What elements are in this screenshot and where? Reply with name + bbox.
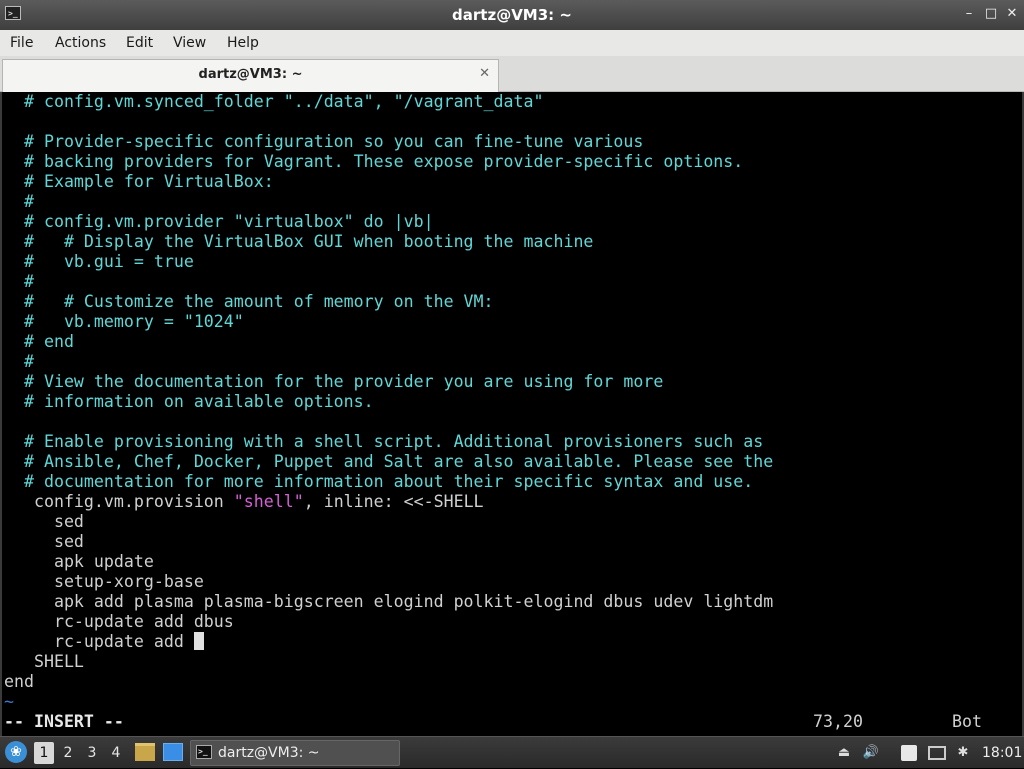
- menu-edit[interactable]: Edit: [126, 30, 153, 56]
- menu-bar: File Actions Edit View Help: [0, 30, 1024, 56]
- terminal-line: sed: [4, 532, 84, 552]
- terminal-text: #: [4, 192, 34, 211]
- taskbar-window-button[interactable]: >_ dartz@VM3: ~: [190, 740, 400, 766]
- workspace-2[interactable]: 2: [58, 742, 78, 764]
- terminal-text: # Ansible, Chef, Docker, Puppet and Salt…: [4, 452, 774, 471]
- terminal-line: config.vm.provision "shell", inline: <<-…: [4, 492, 484, 512]
- terminal-text: # vb.memory = "1024": [4, 312, 244, 331]
- terminal-line: SHELL: [4, 652, 84, 672]
- terminal-line: #: [4, 352, 34, 372]
- terminal-text: config.vm.provision: [4, 492, 234, 511]
- terminal-line: # end: [4, 332, 74, 352]
- text-cursor: [193, 632, 204, 650]
- terminal-text: # Provider-specific configuration so you…: [4, 132, 644, 151]
- taskbar-window-label: dartz@VM3: ~: [218, 745, 320, 761]
- terminal-text: #: [4, 352, 34, 371]
- terminal-text: # end: [4, 332, 74, 351]
- terminal-text: # # Display the VirtualBox GUI when boot…: [4, 232, 594, 251]
- vim-cursor-position: 73,20: [813, 712, 863, 731]
- terminal-line: # information on available options.: [4, 392, 374, 412]
- terminal-line: rc-update add: [4, 632, 204, 652]
- terminal-text: # documentation for more information abo…: [4, 472, 754, 491]
- terminal-line: rc-update add dbus: [4, 612, 234, 632]
- volume-icon[interactable]: 🔊: [862, 744, 880, 762]
- terminal-line: # Ansible, Chef, Docker, Puppet and Salt…: [4, 452, 773, 472]
- terminal-text: apk add plasma plasma-bigscreen elogind …: [4, 592, 774, 611]
- terminal-line: # backing providers for Vagrant. These e…: [4, 152, 743, 172]
- menu-view[interactable]: View: [173, 30, 206, 56]
- show-desktop-icon[interactable]: [163, 743, 183, 761]
- menu-actions[interactable]: Actions: [55, 30, 106, 56]
- bluetooth-icon[interactable]: ✱: [956, 744, 970, 762]
- terminal-text: # vb.gui = true: [4, 252, 194, 271]
- terminal-line: # Enable provisioning with a shell scrip…: [4, 432, 763, 452]
- terminal-line: ~: [4, 692, 14, 712]
- start-menu-icon[interactable]: ❀: [5, 741, 27, 763]
- terminal-line: setup-xorg-base: [4, 572, 204, 592]
- terminal-view[interactable]: -- INSERT -- 73,20 Bot # config.vm.synce…: [0, 92, 1024, 736]
- network-icon[interactable]: [928, 746, 946, 760]
- terminal-line: #: [4, 272, 34, 292]
- vim-mode-indicator: -- INSERT --: [4, 712, 124, 731]
- terminal-text: # Enable provisioning with a shell scrip…: [4, 432, 764, 451]
- terminal-line: # # Customize the amount of memory on th…: [4, 292, 494, 312]
- close-icon[interactable]: ✕: [1005, 7, 1019, 21]
- terminal-text: # # Customize the amount of memory on th…: [4, 292, 494, 311]
- maximize-icon[interactable]: □: [984, 7, 998, 21]
- terminal-text: # Example for VirtualBox:: [4, 172, 274, 191]
- clipboard-icon[interactable]: [901, 745, 917, 761]
- terminal-line: # # Display the VirtualBox GUI when boot…: [4, 232, 593, 252]
- terminal-line: sed: [4, 512, 84, 532]
- terminal-line: # vb.memory = "1024": [4, 312, 244, 332]
- clock: 18:01: [982, 745, 1023, 761]
- eject-icon[interactable]: ⏏: [836, 744, 852, 762]
- window-title: dartz@VM3: ~: [452, 6, 572, 24]
- tab-terminal[interactable]: dartz@VM3: ~ ✕: [2, 59, 499, 92]
- terminal-text: rc-update add dbus: [4, 612, 234, 631]
- terminal-line: # config.vm.synced_folder "../data", "/v…: [4, 92, 544, 112]
- terminal-text: # View the documentation for the provide…: [4, 372, 664, 391]
- tab-close-icon[interactable]: ✕: [479, 66, 490, 81]
- terminal-text: rc-update add: [4, 632, 194, 651]
- terminal-text: # config.vm.synced_folder "../data", "/v…: [4, 92, 544, 111]
- terminal-line: apk update: [4, 552, 154, 572]
- minimize-icon[interactable]: –: [962, 7, 976, 21]
- window-titlebar[interactable]: >_ dartz@VM3: ~ – □ ✕: [0, 0, 1024, 30]
- terminal-text: setup-xorg-base: [4, 572, 204, 591]
- terminal-text: # config.vm.provider "virtualbox" do |vb…: [4, 212, 434, 231]
- terminal-line: # config.vm.provider "virtualbox" do |vb…: [4, 212, 434, 232]
- menu-help[interactable]: Help: [227, 30, 259, 56]
- terminal-icon: >_: [196, 745, 212, 759]
- terminal-text: # information on available options.: [4, 392, 374, 411]
- terminal-text: , inline: <<-SHELL: [303, 492, 484, 511]
- terminal-text: #: [4, 272, 34, 291]
- terminal-text: SHELL: [4, 652, 84, 671]
- taskbar: ❀ 1 2 3 4 >_ dartz@VM3: ~ ⏏ 🔊 ✱ 18:01: [0, 736, 1024, 768]
- terminal-line: end: [4, 672, 34, 692]
- terminal-text: # backing providers for Vagrant. These e…: [4, 152, 744, 171]
- terminal-line: #: [4, 192, 34, 212]
- terminal-text: end: [4, 672, 34, 691]
- terminal-text: sed: [4, 512, 84, 531]
- menu-file[interactable]: File: [10, 30, 33, 56]
- file-manager-icon[interactable]: [135, 743, 155, 761]
- terminal-line: # Example for VirtualBox:: [4, 172, 274, 192]
- workspace-3[interactable]: 3: [82, 742, 102, 764]
- tab-bar: dartz@VM3: ~ ✕: [0, 56, 1024, 92]
- terminal-line: # vb.gui = true: [4, 252, 194, 272]
- terminal-text: apk update: [4, 552, 154, 571]
- vim-scroll-position: Bot: [952, 712, 982, 731]
- terminal-text: sed: [4, 532, 84, 551]
- terminal-line: # documentation for more information abo…: [4, 472, 753, 492]
- terminal-text: ~: [4, 692, 14, 711]
- terminal-line: # View the documentation for the provide…: [4, 372, 663, 392]
- terminal-text: "shell": [233, 492, 304, 511]
- workspace-1[interactable]: 1: [34, 742, 54, 764]
- tab-label: dartz@VM3: ~: [198, 67, 303, 82]
- terminal-line: apk add plasma plasma-bigscreen elogind …: [4, 592, 773, 612]
- terminal-line: # Provider-specific configuration so you…: [4, 132, 643, 152]
- workspace-4[interactable]: 4: [106, 742, 126, 764]
